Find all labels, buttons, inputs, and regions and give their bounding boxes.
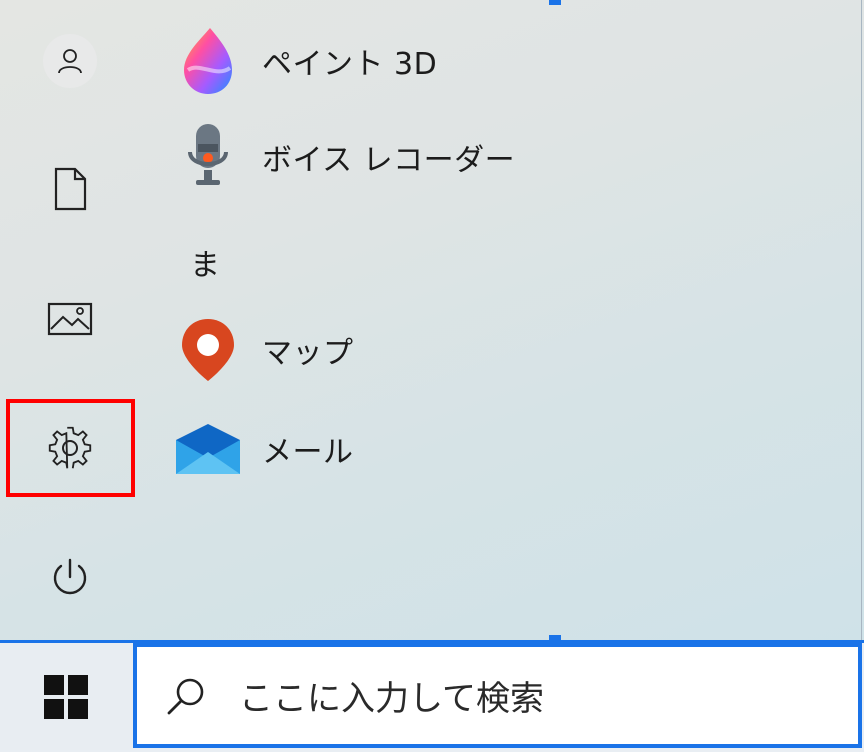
section-header[interactable]: ま xyxy=(190,240,220,284)
app-label: ボイス レコーダー xyxy=(262,143,516,178)
search-icon-container xyxy=(165,675,229,717)
user-account-button[interactable] xyxy=(20,21,120,101)
app-label: ペイント 3D xyxy=(262,47,438,82)
voice-recorder-icon xyxy=(168,117,248,197)
user-icon xyxy=(58,49,82,74)
start-button[interactable] xyxy=(0,643,132,750)
app-item-mail[interactable]: メール xyxy=(168,409,588,489)
mail-icon xyxy=(168,409,248,489)
app-item-maps[interactable]: マップ xyxy=(168,310,588,390)
power-button[interactable] xyxy=(20,538,120,618)
windows-logo-icon xyxy=(44,674,88,719)
app-label: メール xyxy=(262,435,354,470)
gear-icon xyxy=(48,426,92,469)
document-icon xyxy=(54,167,87,211)
app-item-paint-3d[interactable]: ペイント 3D xyxy=(168,21,588,101)
app-label: マップ xyxy=(262,336,354,371)
resize-handle-top[interactable] xyxy=(549,0,561,5)
pictures-icon xyxy=(47,302,93,336)
paint-3d-icon xyxy=(168,21,248,101)
app-item-voice-recorder[interactable]: ボイス レコーダー xyxy=(168,117,588,197)
search-box[interactable]: ここに入力して検索 xyxy=(133,643,862,748)
avatar xyxy=(43,34,97,88)
documents-button[interactable] xyxy=(20,149,120,229)
pictures-button[interactable] xyxy=(20,279,120,359)
start-menu: ペイント 3D ボイス レコーダー ま マップ メール xyxy=(0,0,864,640)
settings-button[interactable] xyxy=(20,408,120,488)
power-icon xyxy=(53,558,87,595)
search-icon xyxy=(167,678,204,714)
maps-icon xyxy=(168,310,248,390)
search-input[interactable]: ここに入力して検索 xyxy=(239,671,544,720)
